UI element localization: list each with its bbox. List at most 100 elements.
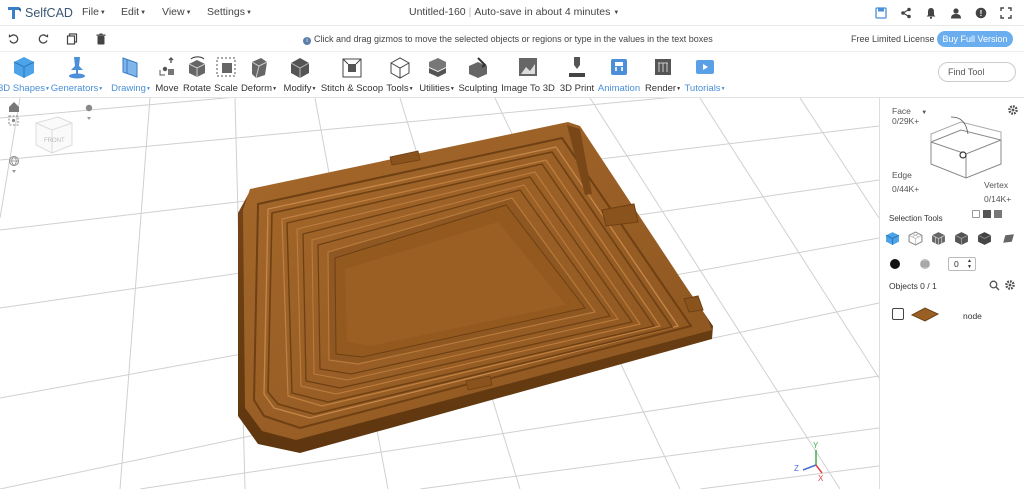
tool-label: Move: [155, 83, 179, 94]
user-account-icon[interactable]: [948, 5, 964, 21]
stitch-icon: [339, 54, 365, 80]
select-mode-cube-icon[interactable]: [983, 210, 991, 218]
pencil-plane-icon: [118, 54, 144, 80]
tool-tutorials[interactable]: Tutorials▼: [684, 54, 726, 94]
axis-y-label: Y: [813, 441, 819, 450]
tool-label: Image To 3D: [501, 83, 555, 94]
deform-icon: [246, 54, 272, 80]
tool-deform[interactable]: Deform▼: [239, 54, 279, 94]
tool-tools[interactable]: Tools▼: [380, 54, 420, 94]
select-wireframe-cube-icon[interactable]: [908, 231, 923, 249]
top-bar: SelfCAD File▼ Edit▼ View▼ Settings▼ Unti…: [0, 0, 1024, 26]
nav-cube-widget[interactable]: FRONT: [35, 116, 73, 154]
app-logo[interactable]: SelfCAD: [6, 4, 73, 22]
tool-generators[interactable]: Generators▼: [51, 54, 103, 94]
tool-label: Animation: [597, 83, 641, 94]
select-solid-cube-icon[interactable]: [954, 231, 969, 249]
menu-file[interactable]: File▼: [82, 6, 106, 18]
scale-icon: [213, 54, 239, 80]
menu-edit[interactable]: Edit▼: [121, 6, 146, 18]
object-select-checkbox[interactable]: [892, 308, 904, 320]
redo-icon[interactable]: [35, 31, 51, 47]
svg-text:FRONT: FRONT: [44, 138, 65, 144]
delete-icon[interactable]: [93, 31, 109, 47]
document-name[interactable]: Untitled-160: [409, 6, 466, 18]
search-objects-icon[interactable]: [989, 280, 1000, 294]
tool-label: Generators▼: [50, 83, 104, 94]
tool-label: Render▼: [644, 83, 682, 94]
light-view-icon[interactable]: [85, 104, 93, 120]
copy-icon[interactable]: [64, 31, 80, 47]
select-mode-face-icon[interactable]: [972, 210, 980, 218]
select-grid-cube-icon[interactable]: [931, 231, 946, 249]
scene-canvas[interactable]: FRONT Y Z X: [0, 98, 879, 489]
secondary-bar: i Click and drag gizmos to move the selec…: [0, 26, 1024, 52]
cube-icon: [11, 54, 37, 80]
tool-label: Drawing▼: [111, 83, 151, 94]
notification-bell-icon[interactable]: [923, 5, 939, 21]
selection-tools-row: [885, 231, 1015, 249]
tool-label: 3D Shapes▼: [0, 83, 50, 94]
select-mode-object-icon[interactable]: [994, 210, 1002, 218]
license-label: Free Limited License: [851, 34, 935, 44]
face-mode-label[interactable]: Face ▼: [892, 106, 927, 116]
tool-drawing[interactable]: Drawing▼: [111, 54, 151, 94]
select-plane-icon[interactable]: [1000, 231, 1015, 249]
3d-viewport[interactable]: FRONT Y Z X: [0, 98, 879, 489]
tool-sculpting[interactable]: Sculpting: [458, 54, 498, 94]
autosave-status: Auto-save in about 4 minutes: [474, 6, 611, 18]
vertex-count: 0/14K+: [984, 194, 1012, 204]
tool-utilities[interactable]: Utilities▼: [417, 54, 457, 94]
svg-text:!: !: [980, 9, 983, 18]
tool-render[interactable]: Render▼: [643, 54, 683, 94]
undo-icon[interactable]: [6, 31, 22, 47]
tool-label: Tools▼: [386, 83, 414, 94]
image-3d-icon: [515, 54, 541, 80]
tool-image-to-3d[interactable]: Image To 3D: [501, 54, 555, 94]
object-thumbnail[interactable]: [910, 305, 940, 326]
buy-full-version-button[interactable]: Buy Full Version: [937, 31, 1013, 47]
axis-z-label: Z: [794, 464, 799, 473]
utilities-icon: [424, 54, 450, 80]
edge-mode-label[interactable]: Edge: [892, 170, 912, 180]
select-dark-cube-icon[interactable]: [977, 231, 992, 249]
vertex-mode-label[interactable]: Vertex: [984, 180, 1008, 190]
selection-mode-cube-icon[interactable]: [926, 112, 1006, 182]
tool-animation[interactable]: Animation: [597, 54, 641, 94]
select-object-cube-icon[interactable]: [885, 231, 900, 249]
object-name[interactable]: node: [963, 311, 982, 321]
hint-text: i Click and drag gizmos to move the selec…: [303, 34, 713, 45]
texture-swatch-icon[interactable]: [919, 258, 931, 273]
save-icon[interactable]: [873, 5, 889, 21]
3d-model-tray[interactable]: [238, 122, 713, 453]
objects-settings-gear-icon[interactable]: [1004, 279, 1016, 291]
tutorials-icon: [692, 54, 718, 80]
render-icon: [650, 54, 676, 80]
selfcad-logo-icon: [6, 5, 22, 21]
tool-modify[interactable]: Modify▼: [280, 54, 320, 94]
tool-label: Scale: [214, 83, 238, 94]
menu-view[interactable]: View▼: [162, 6, 192, 18]
info-icon: i: [303, 37, 311, 45]
axis-x-label: X: [818, 474, 824, 483]
pin-icon: [64, 54, 90, 80]
right-panel: Face ▼ 0/29K+ Edge 0/44K+ Vertex 0/14K+ …: [879, 98, 1024, 489]
find-tool-input[interactable]: Find Tool: [938, 62, 1016, 82]
tool-stitch-scoop[interactable]: Stitch & Scoop: [321, 54, 383, 94]
modify-icon: [287, 54, 313, 80]
panel-settings-gear-icon[interactable]: [1007, 104, 1019, 116]
home-view-icon[interactable]: [9, 102, 19, 112]
fullscreen-icon[interactable]: [998, 5, 1014, 21]
animation-icon: [606, 54, 632, 80]
menu-settings[interactable]: Settings▼: [207, 6, 252, 18]
document-title[interactable]: Untitled-160 | Auto-save in about 4 minute…: [409, 6, 619, 18]
tool-3d-print[interactable]: 3D Print: [557, 54, 597, 94]
sculpt-icon: [465, 54, 491, 80]
share-icon[interactable]: [898, 5, 914, 21]
selection-stepper[interactable]: 0 ▲ ▼: [948, 257, 976, 271]
tool-3d-shapes[interactable]: 3D Shapes▼: [0, 54, 50, 94]
color-swatch-black[interactable]: [890, 259, 900, 269]
help-icon[interactable]: !: [973, 5, 989, 21]
selection-tools-label: Selection Tools: [889, 214, 943, 223]
print-icon: [564, 54, 590, 80]
